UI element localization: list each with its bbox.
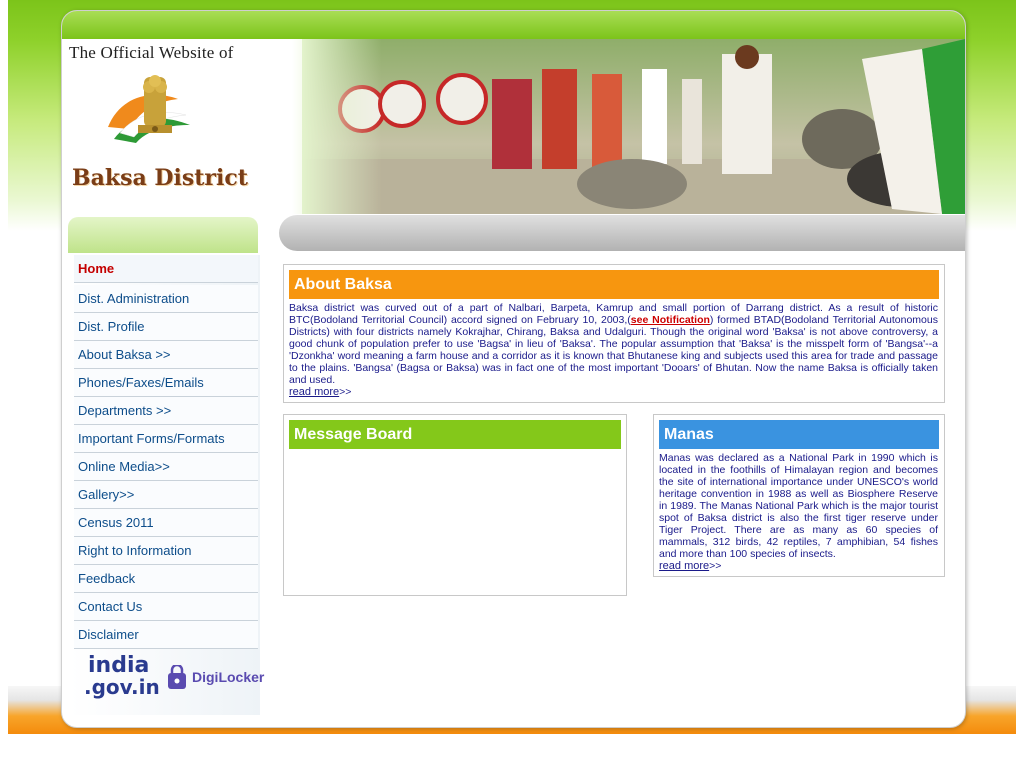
page-frame: The Official Website of Baksa District H… [61, 10, 966, 728]
digilocker-label: DigiLocker [192, 669, 265, 685]
nav-item-online-media[interactable]: Online Media>> [74, 453, 258, 481]
about-baksa-box: About Baksa Baksa district was curved ou… [283, 264, 945, 403]
nav-item-departments[interactable]: Departments >> [74, 397, 258, 425]
nav-item-phones[interactable]: Phones/Faxes/Emails [74, 369, 258, 397]
content-header-bar [279, 215, 965, 251]
nav-item-census[interactable]: Census 2011 [74, 509, 258, 537]
nav-item-dist-profile[interactable]: Dist. Profile [74, 313, 258, 341]
about-baksa-text: Baksa district was curved out of a part … [289, 302, 938, 398]
nav-item-feedback[interactable]: Feedback [74, 565, 258, 593]
footer-copyright: © Copyright District Administration, Bak… [679, 696, 947, 708]
about-read-more-link[interactable]: read more [289, 386, 339, 398]
manas-read-more-arrow: >> [709, 560, 722, 572]
header-banner: The Official Website of Baksa District [62, 39, 965, 214]
nav-item-forms[interactable]: Important Forms/Formats [74, 425, 258, 453]
manas-title: Manas [659, 420, 939, 449]
top-bar [62, 11, 965, 39]
cultural-photo-banner [302, 39, 965, 214]
nav-item-gallery[interactable]: Gallery>> [74, 481, 258, 509]
manas-read-more-link[interactable]: read more [659, 560, 709, 572]
india-gov-line2: .gov.in [84, 675, 160, 699]
partner-logos: india .gov.in DigiLocker [80, 653, 264, 705]
see-notification-link[interactable]: see Notification [631, 314, 710, 326]
footer-powered-by[interactable]: Powered by NIC [863, 710, 947, 722]
manas-box: Manas Manas was declared as a National P… [653, 414, 945, 577]
nav-item-rti[interactable]: Right to Information [74, 537, 258, 565]
about-read-more-arrow: >> [339, 386, 352, 398]
india-gov-link[interactable]: india .gov.in [80, 653, 160, 703]
nav-item-home[interactable]: Home [74, 255, 258, 283]
digilocker-link[interactable]: DigiLocker [166, 661, 264, 695]
nav-item-dist-administration[interactable]: Dist. Administration [74, 285, 258, 313]
about-baksa-title: About Baksa [289, 270, 939, 299]
nav-item-contact[interactable]: Contact Us [74, 593, 258, 621]
site-tagline: The Official Website of [69, 43, 234, 62]
district-name-logo-text: Baksa District [72, 165, 248, 191]
digilocker-icon [168, 665, 186, 689]
nav-header [68, 217, 258, 253]
nav-item-about-baksa[interactable]: About Baksa >> [74, 341, 258, 369]
national-emblem-logo [108, 75, 190, 143]
message-board-title: Message Board [289, 420, 621, 449]
nav-item-disclaimer[interactable]: Disclaimer [74, 621, 258, 649]
manas-text-block: Manas was declared as a National Park in… [659, 452, 938, 572]
left-nav: Home Dist. Administration Dist. Profile … [70, 255, 264, 715]
manas-text: Manas was declared as a National Park in… [659, 452, 938, 560]
message-board-box: Message Board [283, 414, 627, 596]
